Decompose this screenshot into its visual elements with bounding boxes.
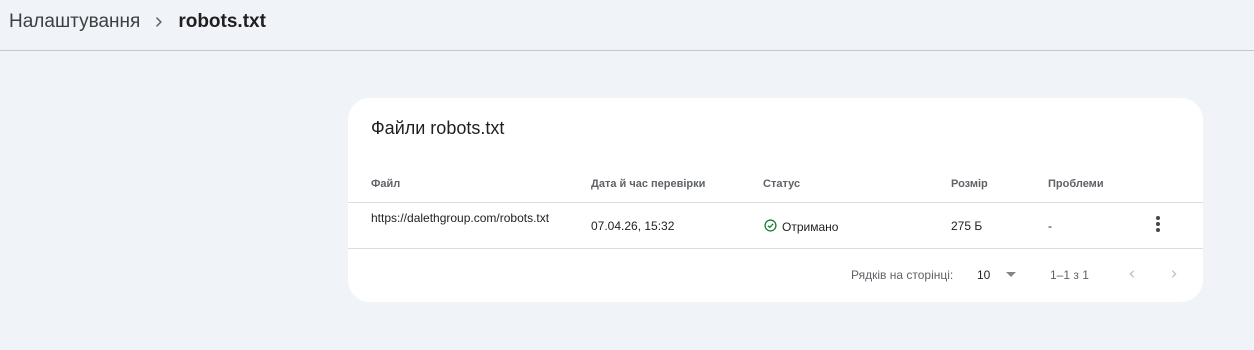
status-cell: Отримано — [764, 219, 838, 235]
breadcrumb-current: robots.txt — [178, 11, 266, 32]
check-circle-icon — [764, 219, 777, 235]
robots-files-card: Файли robots.txt Файл Дата й час перевір… — [348, 98, 1203, 302]
chevron-right-icon — [140, 15, 178, 29]
chevron-left-icon[interactable] — [1122, 264, 1142, 284]
status-text: Отримано — [782, 220, 839, 234]
pagination-range: 1–1 з 1 — [1050, 268, 1089, 282]
card-title: Файли robots.txt — [371, 118, 505, 138]
column-header-size: Розмір — [951, 178, 988, 190]
column-header-checked: Дата й час перевірки — [591, 178, 706, 190]
file-url[interactable]: https://dalethgroup.com/robots.txt — [371, 211, 561, 226]
more-vert-icon[interactable] — [1148, 214, 1168, 234]
header-divider — [348, 202, 1203, 203]
dropdown-arrow-icon — [1006, 272, 1017, 277]
column-header-issues: Проблеми — [1048, 178, 1104, 190]
rows-per-page-select[interactable]: 10 — [972, 262, 1022, 288]
rows-per-page-label: Рядків на сторінці: — [851, 268, 954, 282]
issues-value: - — [1048, 219, 1052, 233]
file-size: 275 Б — [951, 219, 983, 233]
breadcrumb: Налаштування robots.txt — [9, 11, 266, 33]
column-header-file: Файл — [371, 178, 401, 190]
column-header-status: Статус — [763, 178, 801, 190]
top-header: Налаштування robots.txt — [0, 0, 1254, 51]
checked-datetime: 07.04.26, 15:32 — [591, 219, 675, 233]
row-divider — [348, 248, 1203, 249]
breadcrumb-settings-link[interactable]: Налаштування — [9, 11, 140, 33]
chevron-right-icon[interactable] — [1164, 264, 1184, 284]
rows-per-page-value: 10 — [977, 268, 991, 282]
